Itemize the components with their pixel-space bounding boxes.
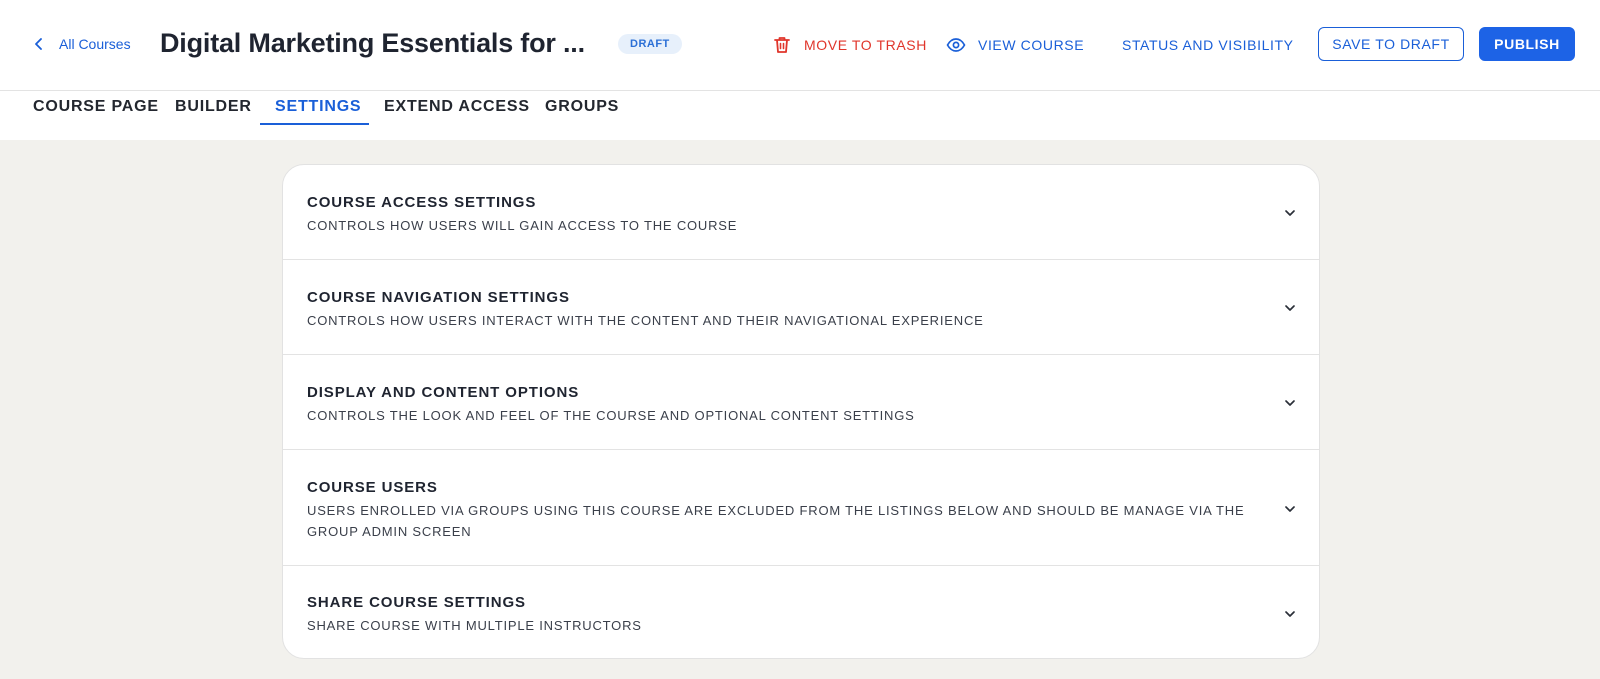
status-and-visibility-button[interactable]: STATUS AND VISIBILITY [1122, 34, 1294, 56]
settings-section-share-course[interactable]: SHARE COURSE SETTINGS SHARE COURSE WITH … [283, 566, 1319, 658]
section-title: COURSE NAVIGATION SETTINGS [307, 289, 570, 306]
chevron-left-icon [35, 38, 42, 50]
move-to-trash-button[interactable]: MOVE TO TRASH [772, 34, 927, 56]
section-description: CONTROLS HOW USERS WILL GAIN ACCESS TO T… [307, 218, 738, 233]
chevron-down-icon [1285, 400, 1295, 406]
publish-button[interactable]: PUBLISH [1479, 27, 1575, 61]
active-tab-indicator [260, 123, 369, 125]
status-and-visibility-label: STATUS AND VISIBILITY [1122, 37, 1294, 53]
tab-builder[interactable]: BUILDER [173, 98, 254, 126]
chevron-down-icon [1285, 210, 1295, 216]
save-to-draft-button[interactable]: SAVE TO DRAFT [1318, 27, 1464, 61]
top-header: All Courses Digital Marketing Essentials… [0, 0, 1600, 91]
section-description: CONTROLS THE LOOK AND FEEL OF THE COURSE… [307, 408, 915, 423]
section-title: COURSE USERS [307, 479, 438, 496]
page-title: Digital Marketing Essentials for ... [160, 28, 585, 58]
view-course-label: VIEW COURSE [978, 37, 1085, 53]
settings-panel: COURSE ACCESS SETTINGS CONTROLS HOW USER… [282, 164, 1320, 659]
settings-section-display-content[interactable]: DISPLAY AND CONTENT OPTIONS CONTROLS THE… [283, 355, 1319, 450]
chevron-down-icon [1285, 611, 1295, 617]
settings-section-course-access[interactable]: COURSE ACCESS SETTINGS CONTROLS HOW USER… [283, 165, 1319, 260]
section-description: CONTROLS HOW USERS INTERACT WITH THE CON… [307, 313, 984, 328]
status-badge: DRAFT [618, 34, 682, 54]
section-title: COURSE ACCESS SETTINGS [307, 194, 537, 211]
tab-course-page[interactable]: COURSE PAGE [31, 98, 161, 126]
tab-settings[interactable]: SETTINGS [273, 98, 363, 126]
settings-section-course-navigation[interactable]: COURSE NAVIGATION SETTINGS CONTROLS HOW … [283, 260, 1319, 355]
tab-extend-access[interactable]: EXTEND ACCESS [382, 98, 532, 126]
chevron-down-icon [1285, 305, 1295, 311]
tab-groups[interactable]: GROUPS [543, 98, 621, 126]
trash-icon [774, 37, 790, 53]
section-description: USERS ENROLLED VIA GROUPS USING THIS COU… [307, 503, 1245, 539]
back-to-courses-link[interactable]: All Courses [33, 34, 131, 54]
section-title: DISPLAY AND CONTENT OPTIONS [307, 384, 580, 401]
view-course-button[interactable]: VIEW COURSE [946, 34, 1084, 56]
move-to-trash-label: MOVE TO TRASH [804, 37, 927, 53]
back-link-label: All Courses [59, 36, 131, 52]
section-description: SHARE COURSE WITH MULTIPLE INSTRUCTORS [307, 618, 642, 633]
chevron-down-icon [1285, 506, 1295, 512]
settings-section-course-users[interactable]: COURSE USERS USERS ENROLLED VIA GROUPS U… [283, 450, 1319, 566]
course-tabs: COURSE PAGE BUILDER SETTINGS EXTEND ACCE… [0, 91, 1600, 140]
section-title: SHARE COURSE SETTINGS [307, 594, 526, 611]
eye-icon [946, 38, 966, 52]
